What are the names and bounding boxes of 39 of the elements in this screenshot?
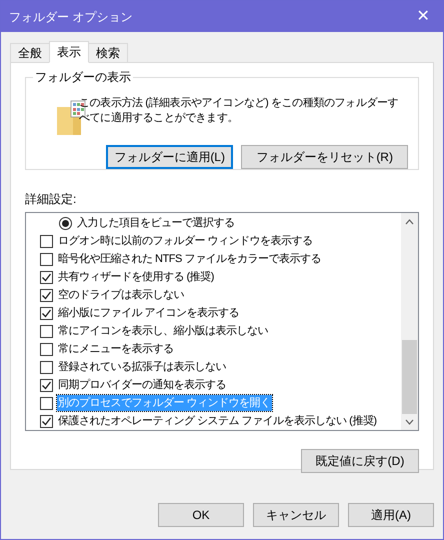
setting-item[interactable]: 暗号化や圧縮された NTFS ファイルをカラーで表示する: [57, 251, 322, 267]
checkbox[interactable]: [40, 252, 53, 266]
setting-item[interactable]: 空のドライブは表示しない: [57, 287, 185, 303]
checkbox[interactable]: [40, 378, 53, 392]
dialog-button[interactable]: 適用(A): [348, 503, 434, 527]
dialog-button[interactable]: OK: [158, 503, 244, 527]
checkbox[interactable]: [40, 360, 53, 374]
checkbox[interactable]: [40, 234, 53, 248]
setting-item[interactable]: 常にアイコンを表示し、縮小版は表示しない: [57, 323, 269, 339]
checkbox[interactable]: [40, 288, 53, 302]
checkbox[interactable]: [40, 270, 53, 284]
setting-item[interactable]: 同期プロバイダーの通知を表示する: [57, 377, 227, 393]
setting-item[interactable]: 共有ウィザードを使用する (推奨): [57, 269, 215, 285]
setting-item[interactable]: 入力した項目をビューで選択する: [76, 215, 236, 231]
checkbox[interactable]: [40, 414, 53, 428]
setting-item[interactable]: 縮小版にファイル アイコンを表示する: [57, 305, 240, 321]
close-button[interactable]: ✕: [403, 1, 443, 32]
dialog-button[interactable]: 既定値に戻す(D): [301, 449, 419, 473]
setting-item[interactable]: ログオン時に以前のフォルダー ウィンドウを表示する: [57, 233, 314, 249]
dialog-button[interactable]: フォルダーをリセット(R): [241, 145, 408, 169]
checkbox[interactable]: [40, 396, 53, 410]
scrollbar[interactable]: [401, 213, 418, 430]
window-title: フォルダー オプション: [9, 8, 132, 26]
description-text: この表示方法 (詳細表示やアイコンなど) をこの種類のフォルダーすべてに適用することができます。: [79, 96, 400, 126]
radio-button[interactable]: [59, 216, 72, 230]
checkbox[interactable]: [40, 342, 53, 356]
setting-item[interactable]: 保護されたオペレーティング システム ファイルを表示しない (推奨): [57, 413, 378, 429]
dialog-button[interactable]: キャンセル: [253, 503, 339, 527]
checkbox[interactable]: [40, 324, 53, 338]
tab[interactable]: 表示: [49, 41, 89, 63]
checkbox[interactable]: [40, 306, 53, 320]
dialog-button[interactable]: フォルダーに適用(L): [106, 145, 234, 169]
group-title: フォルダーの表示: [33, 70, 133, 84]
setting-item[interactable]: 登録されている拡張子は表示しない: [57, 359, 227, 375]
setting-item[interactable]: 常にメニューを表示する: [57, 341, 174, 357]
tab[interactable]: 全般: [10, 43, 50, 63]
tab[interactable]: 検索: [88, 43, 128, 63]
section-label: 詳細設定:: [25, 192, 78, 206]
scroll-thumb[interactable]: [402, 340, 417, 414]
